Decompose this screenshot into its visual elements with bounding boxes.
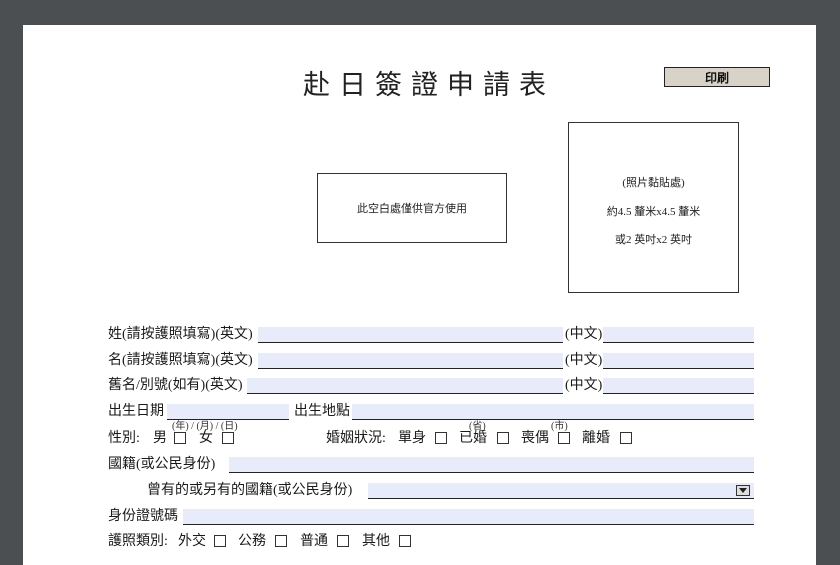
former-en-label: 舊名/別號(如有)(英文): [108, 378, 243, 393]
male-checkbox[interactable]: [174, 432, 186, 444]
pob-label: 出生地點: [294, 404, 350, 419]
former-nationality-label: 曾有的或另有的國籍(或公民身份): [147, 483, 353, 498]
widowed-checkbox[interactable]: [558, 432, 570, 444]
male-label: 男: [153, 431, 167, 446]
ordinary-label: 普通: [300, 534, 328, 549]
single-checkbox[interactable]: [435, 432, 447, 444]
official-checkbox[interactable]: [275, 535, 287, 547]
sex-label: 性別:: [108, 431, 140, 446]
widowed-label: 喪偶: [521, 431, 549, 446]
other-label: 其他: [362, 534, 390, 549]
chevron-down-icon[interactable]: [736, 485, 750, 496]
given-en-field[interactable]: [258, 353, 563, 369]
divorced-checkbox[interactable]: [620, 432, 632, 444]
surname-zh-field[interactable]: [603, 327, 754, 343]
surname-en-label: 姓(請按護照填寫)(英文): [108, 327, 253, 342]
surname-en-field[interactable]: [258, 327, 563, 343]
pob-field[interactable]: [352, 404, 754, 420]
photo-size-cm: 約4.5 釐米x4.5 釐米: [606, 206, 701, 218]
nationality-label: 國籍(或公民身份): [108, 457, 216, 472]
former-zh-field[interactable]: [603, 378, 754, 394]
diplomatic-label: 外交: [178, 534, 206, 549]
form-title: 赴日簽證申請表: [303, 70, 555, 101]
former-nationality-select[interactable]: [368, 483, 754, 499]
photo-size-inch: 或2 英吋x2 英吋: [615, 234, 692, 246]
print-button[interactable]: 印刷: [664, 67, 770, 87]
nationality-field[interactable]: [229, 457, 754, 473]
former-zh-label: (中文): [565, 378, 603, 393]
form-page: 赴日簽證申請表 印刷 此空白處僅供官方使用 (照片黏貼處) 約4.5 釐米x4.…: [23, 25, 816, 565]
city-hint: (市): [551, 421, 568, 432]
dob-field[interactable]: [167, 404, 289, 420]
given-en-label: 名(請按護照填寫)(英文): [108, 353, 253, 368]
female-label: 女: [199, 431, 213, 446]
single-label: 單身: [398, 431, 426, 446]
official-label: 公務: [238, 534, 266, 549]
photo-box: (照片黏貼處) 約4.5 釐米x4.5 釐米 或2 英吋x2 英吋: [568, 122, 739, 293]
divorced-label: 離婚: [582, 431, 610, 446]
id-label: 身份證號碼: [108, 509, 178, 524]
given-zh-label: (中文): [565, 353, 603, 368]
official-use-box: 此空白處僅供官方使用: [317, 173, 507, 243]
passport-type-label: 護照類別:: [108, 534, 168, 549]
married-label: 已婚: [459, 431, 487, 446]
official-use-text: 此空白處僅供官方使用: [357, 203, 467, 215]
diplomatic-checkbox[interactable]: [214, 535, 226, 547]
dob-label: 出生日期: [108, 404, 164, 419]
id-field[interactable]: [183, 509, 754, 525]
other-checkbox[interactable]: [399, 535, 411, 547]
surname-zh-label: (中文): [565, 327, 603, 342]
given-zh-field[interactable]: [603, 353, 754, 369]
photo-caption: (照片黏貼處): [622, 177, 685, 189]
ordinary-checkbox[interactable]: [337, 535, 349, 547]
married-checkbox[interactable]: [497, 432, 509, 444]
marital-label: 婚姻狀況:: [326, 431, 386, 446]
former-en-field[interactable]: [247, 378, 563, 394]
female-checkbox[interactable]: [222, 432, 234, 444]
